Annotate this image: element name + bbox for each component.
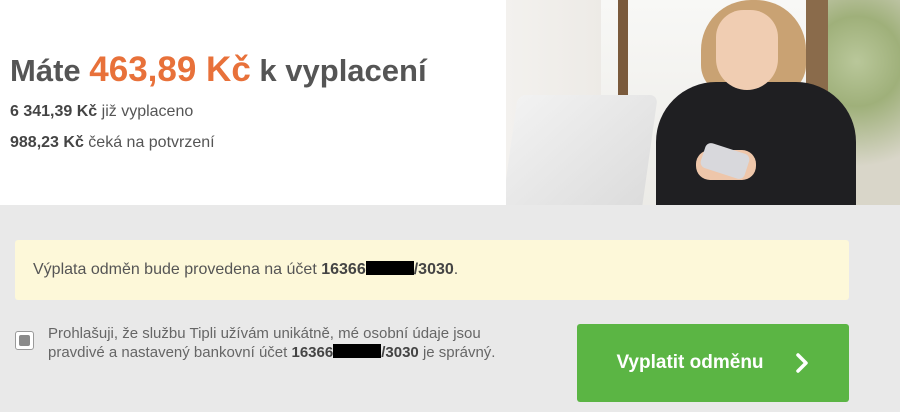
woman-with-laptop-photo — [506, 0, 900, 205]
payout-button-label: Vyplatit odměnu — [616, 352, 764, 373]
pending-label: čeká na potvrzení — [88, 134, 215, 151]
notice-text: Výplata odměn bude provedena na účet — [33, 261, 317, 278]
consent-text: Prohlašuji, že službu Tipli užívám uniká… — [48, 325, 496, 361]
pending-stat: 988,23 Kč čeká na potvrzení — [10, 134, 215, 152]
payout-button[interactable]: Vyplatit odměnu — [577, 324, 849, 402]
paid-out-value: 6 341,39 Kč — [10, 103, 98, 120]
consent-checkbox[interactable] — [15, 331, 34, 350]
notice-account: 16366/3030 — [321, 261, 454, 278]
headline-suffix: k vyplacení — [259, 53, 427, 88]
paid-out-label: již vyplaceno — [101, 103, 194, 120]
checkbox-mark — [19, 335, 30, 346]
summary-section: Máte 463,89 Kč k vyplacení 6 341,39 Kč j… — [0, 0, 900, 205]
payout-headline: Máte 463,89 Kč k vyplacení — [10, 50, 427, 90]
paid-out-stat: 6 341,39 Kč již vyplaceno — [10, 103, 193, 121]
payout-account-notice: Výplata odměn bude provedena na účet 163… — [15, 240, 849, 300]
redacted-block — [333, 344, 382, 358]
redacted-block — [365, 261, 414, 275]
chevron-right-icon — [795, 353, 808, 373]
payout-amount: 463,89 Kč — [89, 50, 251, 89]
consent-account: 16366/3030 — [291, 344, 419, 361]
headline-prefix: Máte — [10, 53, 81, 88]
pending-value: 988,23 Kč — [10, 134, 84, 151]
